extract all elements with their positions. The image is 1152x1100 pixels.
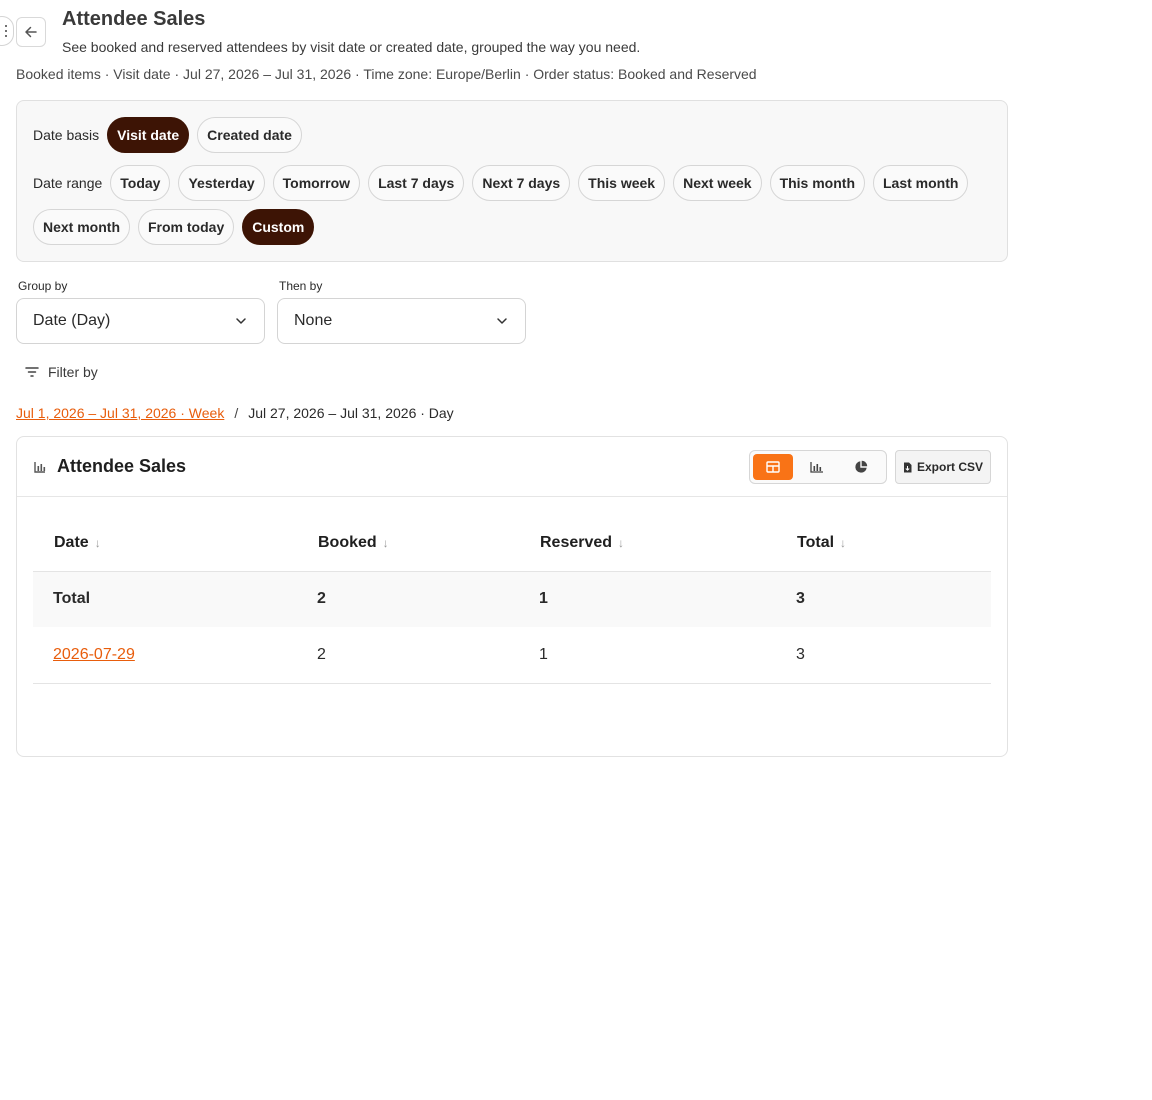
- chip-tomorrow[interactable]: Tomorrow: [272, 165, 361, 201]
- report-meta-line: Booked items · Visit date · Jul 27, 2026…: [16, 66, 757, 82]
- bar-chart-view-button[interactable]: [797, 454, 837, 480]
- filter-icon: [25, 367, 39, 377]
- chip-next-7-days[interactable]: Next 7 days: [472, 165, 571, 201]
- breadcrumb-separator: /: [234, 405, 239, 421]
- breadcrumb: Jul 1, 2026 – Jul 31, 2026 · Week / Jul …: [16, 405, 454, 421]
- chip-from-today[interactable]: From today: [138, 209, 235, 245]
- breadcrumb-current: Jul 27, 2026 – Jul 31, 2026 · Day: [248, 405, 454, 421]
- date-cell: 2026-07-29: [33, 627, 297, 684]
- column-header-total[interactable]: Total ↓: [776, 515, 991, 572]
- chip-today[interactable]: Today: [110, 165, 171, 201]
- page-subtitle: See booked and reserved attendees by vis…: [62, 39, 641, 55]
- card-title: Attendee Sales: [57, 456, 187, 476]
- table-icon: [766, 461, 780, 473]
- group-by-select[interactable]: Date (Day): [16, 298, 265, 344]
- chip-visit-date[interactable]: Visit date: [107, 117, 190, 153]
- chip-created-date[interactable]: Created date: [197, 117, 302, 153]
- column-header-reserved[interactable]: Reserved ↓: [519, 515, 776, 572]
- table-view-button[interactable]: [753, 454, 793, 480]
- sidebar-toggle-handle[interactable]: [0, 16, 14, 46]
- total-booked-cell: 2: [297, 571, 519, 627]
- filter-by-button[interactable]: Filter by: [24, 364, 98, 380]
- then-by-select[interactable]: None: [277, 298, 526, 344]
- chip-next-month[interactable]: Next month: [33, 209, 130, 245]
- back-button[interactable]: [16, 17, 46, 47]
- export-csv-label: Export CSV: [916, 460, 983, 474]
- group-by-label: Group by: [18, 279, 68, 293]
- page-title: Attendee Sales: [62, 8, 206, 30]
- total-label-cell: Total: [33, 571, 297, 627]
- view-mode-toggle: [749, 450, 887, 484]
- filter-panel: Date basis Visit date Created date Date …: [16, 100, 1008, 262]
- date-range-label: Date range: [33, 175, 103, 191]
- date-range-row-2: Next month From today Custom: [33, 209, 315, 245]
- group-by-value: Date (Day): [33, 312, 111, 329]
- table-row: 2026-07-29 2 1 3: [33, 627, 991, 684]
- chip-this-week[interactable]: This week: [578, 165, 666, 201]
- column-header-label: Reserved: [540, 533, 613, 551]
- total-cell: 3: [776, 627, 991, 684]
- file-download-icon: [903, 462, 912, 472]
- chip-last-7-days[interactable]: Last 7 days: [368, 165, 465, 201]
- sort-arrow-icon: ↓: [840, 535, 847, 550]
- chip-yesterday[interactable]: Yesterday: [178, 165, 265, 201]
- bar-chart-icon: [34, 461, 46, 473]
- table-header-row: Date ↓ Booked ↓ Reserved ↓ Total ↓: [33, 515, 991, 572]
- breadcrumb-parent-link[interactable]: Jul 1, 2026 – Jul 31, 2026 · Week: [16, 405, 224, 421]
- total-total-cell: 3: [776, 571, 991, 627]
- data-table: Date ↓ Booked ↓ Reserved ↓ Total ↓ Total 2 1…: [33, 515, 991, 684]
- chip-next-week[interactable]: Next week: [673, 165, 762, 201]
- column-header-label: Total: [797, 533, 835, 551]
- arrow-left-icon: [25, 26, 37, 38]
- chip-this-month[interactable]: This month: [769, 165, 865, 201]
- date-basis-row: Date basis Visit date Created date: [33, 117, 302, 153]
- bar-chart-icon: [810, 462, 823, 473]
- sort-arrow-icon: ↓: [94, 535, 101, 550]
- then-by-label: Then by: [279, 279, 323, 293]
- column-header-booked[interactable]: Booked ↓: [297, 515, 519, 572]
- date-drilldown-link[interactable]: 2026-07-29: [53, 646, 135, 663]
- booked-cell: 2: [297, 627, 519, 684]
- chip-custom[interactable]: Custom: [242, 209, 315, 245]
- chip-last-month[interactable]: Last month: [873, 165, 969, 201]
- date-range-row: Date range Today Yesterday Tomorrow Last…: [33, 165, 969, 201]
- filter-by-label: Filter by: [48, 364, 98, 380]
- column-header-label: Booked: [318, 533, 377, 551]
- sort-arrow-icon: ↓: [618, 535, 625, 550]
- reserved-cell: 1: [519, 627, 776, 684]
- drag-dots-icon: [5, 25, 7, 37]
- report-card: Attendee Sales Export CSV Date ↓ Booked …: [16, 436, 1008, 757]
- export-csv-button[interactable]: Export CSV: [895, 450, 991, 484]
- total-reserved-cell: 1: [519, 571, 776, 627]
- sort-arrow-icon: ↓: [382, 535, 389, 550]
- date-basis-label: Date basis: [33, 127, 100, 143]
- then-by-value: None: [294, 312, 333, 329]
- table-total-row: Total 2 1 3: [33, 571, 991, 627]
- chevron-down-icon: [497, 318, 507, 324]
- column-header-label: Date: [54, 533, 89, 551]
- pie-chart-view-button[interactable]: [841, 454, 881, 480]
- card-header: Attendee Sales Export CSV: [17, 437, 1007, 497]
- chevron-down-icon: [236, 318, 246, 324]
- column-header-date[interactable]: Date ↓: [33, 515, 297, 572]
- pie-chart-icon: [855, 460, 868, 473]
